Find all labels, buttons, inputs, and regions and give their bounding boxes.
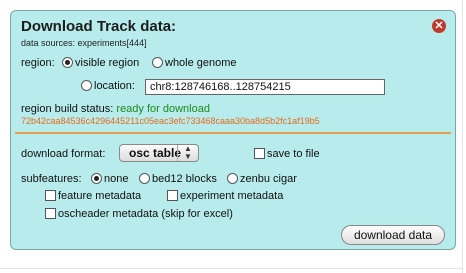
checkbox[interactable] <box>167 190 178 201</box>
close-icon[interactable]: ✕ <box>432 19 446 33</box>
build-status-value: ready for download <box>116 103 210 115</box>
download-data-button[interactable]: download data <box>341 225 445 245</box>
checkbox[interactable] <box>45 208 56 219</box>
location-input[interactable] <box>145 79 385 95</box>
subfeatures-label: subfeatures: <box>21 173 82 185</box>
radio-zenbu-cigar[interactable]: zenbu cigar <box>227 173 297 185</box>
radio-whole-genome-label: whole genome <box>165 57 237 69</box>
radio-none-label: none <box>104 173 129 185</box>
download-format-label: download format: <box>21 148 106 160</box>
experiment-metadata-checkbox[interactable]: experiment metadata <box>167 190 283 202</box>
radio-button[interactable] <box>227 173 238 184</box>
page-edge <box>462 0 463 273</box>
download-track-panel: Download Track data: ✕ data sources: exp… <box>10 10 456 250</box>
checkbox[interactable] <box>254 148 265 159</box>
checkbox[interactable] <box>45 190 56 201</box>
region-label: region: <box>21 57 55 69</box>
experiment-metadata-label: experiment metadata <box>180 190 284 202</box>
radio-visible-region[interactable]: visible region <box>62 57 139 69</box>
radio-bed12-label: bed12 blocks <box>152 173 217 185</box>
radio-location[interactable]: location: <box>81 80 135 92</box>
radio-none[interactable]: none <box>91 173 128 185</box>
section-divider <box>15 132 451 134</box>
radio-whole-genome[interactable]: whole genome <box>152 57 237 69</box>
dialog-title: Download Track data: <box>21 18 177 35</box>
download-format-value: osc table <box>129 146 182 160</box>
radio-button[interactable] <box>139 173 150 184</box>
radio-button[interactable] <box>62 57 73 68</box>
oscheader-metadata-checkbox[interactable]: oscheader metadata (skip for excel) <box>45 208 233 220</box>
radio-button[interactable] <box>81 80 92 91</box>
select-arrows-icon: ▲ ▼ <box>177 145 198 161</box>
download-format-select[interactable]: osc table ▲ ▼ <box>119 144 199 162</box>
radio-button[interactable] <box>152 57 163 68</box>
data-sources-text: data sources: experiments[444] <box>21 38 147 48</box>
save-to-file-checkbox[interactable]: save to file <box>254 148 320 160</box>
radio-visible-region-label: visible region <box>75 57 140 69</box>
page-edge <box>0 268 463 269</box>
radio-bed12-blocks[interactable]: bed12 blocks <box>139 173 217 185</box>
build-status-label: region build status: <box>21 103 114 115</box>
feature-metadata-label: feature metadata <box>58 190 142 202</box>
radio-zenbu-label: zenbu cigar <box>240 173 297 185</box>
feature-metadata-checkbox[interactable]: feature metadata <box>45 190 141 202</box>
radio-button[interactable] <box>91 173 102 184</box>
save-to-file-label: save to file <box>267 148 320 160</box>
build-hash: 72b42caa84536c4296445211c05eac3efc733468… <box>21 116 320 126</box>
radio-location-label: location: <box>94 80 135 92</box>
oscheader-metadata-label: oscheader metadata (skip for excel) <box>58 208 233 220</box>
build-status-line: region build status: ready for download <box>21 103 210 115</box>
